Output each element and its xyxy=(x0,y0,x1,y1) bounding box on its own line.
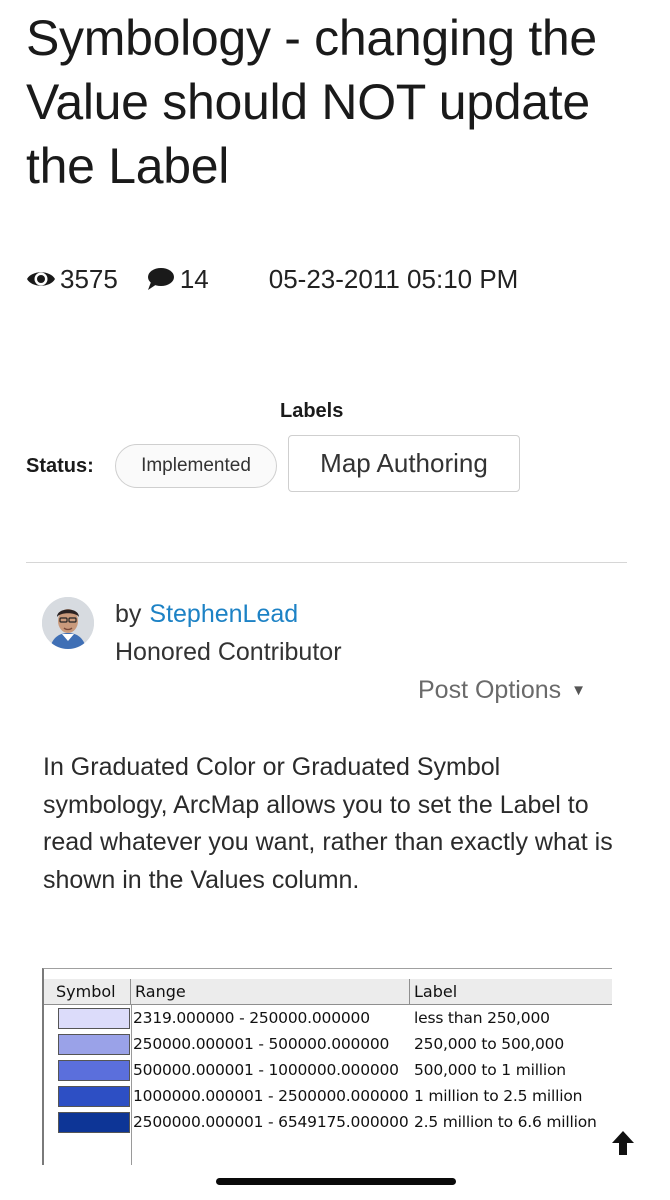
range-cell: 2319.000000 - 250000.000000 xyxy=(133,1009,370,1027)
post-title: Symbology - changing the Value should NO… xyxy=(26,10,597,194)
author-by: by xyxy=(115,600,142,628)
status-label: Status: xyxy=(26,455,94,477)
author-rank: Honored Contributor xyxy=(115,638,342,666)
symbol-swatch xyxy=(58,1112,130,1133)
post-stats: 3575 14 05-23-2011 05:10 PM xyxy=(26,262,518,296)
post-options-menu[interactable]: Post Options ▼ xyxy=(418,676,586,705)
divider xyxy=(26,562,627,563)
label-cell: 500,000 to 1 million xyxy=(414,1061,566,1079)
author-line: by StephenLead xyxy=(115,600,298,629)
header-symbol: Symbol xyxy=(52,979,131,1004)
symbology-table-image: Symbol Range Label 2319.000000 - 250000.… xyxy=(42,968,612,1165)
labels-heading: Labels xyxy=(280,400,344,422)
speech-bubble-icon xyxy=(146,267,174,291)
caret-down-icon: ▼ xyxy=(571,682,586,699)
label-map-authoring[interactable]: Map Authoring xyxy=(288,435,520,492)
header-label: Label xyxy=(410,979,612,1004)
label-cell: 250,000 to 500,000 xyxy=(414,1035,565,1053)
post-date: 05-23-2011 05:10 PM xyxy=(268,263,519,294)
avatar[interactable] xyxy=(42,597,94,649)
table-header: Symbol Range Label xyxy=(44,979,612,1005)
label-cell: less than 250,000 xyxy=(414,1009,550,1027)
table-row: 500000.000001 - 1000000.000000 500,000 t… xyxy=(44,1057,612,1083)
table-row: 1000000.000001 - 2500000.000000 1 millio… xyxy=(44,1083,612,1109)
range-cell: 1000000.000001 - 2500000.000000 xyxy=(133,1087,409,1105)
views-stat: 3575 xyxy=(26,264,118,295)
comments-stat: 14 xyxy=(146,264,209,295)
eye-icon xyxy=(26,268,56,290)
post-options-label: Post Options xyxy=(418,676,562,704)
range-cell: 2500000.000001 - 6549175.000000 xyxy=(133,1113,409,1131)
label-cell: 2.5 million to 6.6 million xyxy=(414,1113,597,1131)
table-row: 250000.000001 - 500000.000000 250,000 to… xyxy=(44,1031,612,1057)
post-body: In Graduated Color or Graduated Symbol s… xyxy=(43,753,613,894)
table-row: 2500000.000001 - 6549175.000000 2.5 mill… xyxy=(44,1109,612,1135)
symbol-swatch xyxy=(58,1034,130,1055)
arrow-up-icon xyxy=(610,1129,636,1162)
range-cell: 500000.000001 - 1000000.000000 xyxy=(133,1061,399,1079)
header-range: Range xyxy=(131,979,410,1004)
author-link[interactable]: StephenLead xyxy=(149,600,298,628)
home-indicator xyxy=(216,1178,456,1185)
label-cell: 1 million to 2.5 million xyxy=(414,1087,583,1105)
symbol-swatch xyxy=(58,1060,130,1081)
range-cell: 250000.000001 - 500000.000000 xyxy=(133,1035,390,1053)
scroll-to-top-button[interactable] xyxy=(606,1128,640,1162)
symbol-swatch xyxy=(58,1086,130,1107)
table-row: 2319.000000 - 250000.000000 less than 25… xyxy=(44,1005,612,1031)
views-count: 3575 xyxy=(60,263,118,294)
status-badge[interactable]: Implemented xyxy=(115,444,277,488)
symbol-swatch xyxy=(58,1008,130,1029)
comments-count: 14 xyxy=(179,263,209,294)
